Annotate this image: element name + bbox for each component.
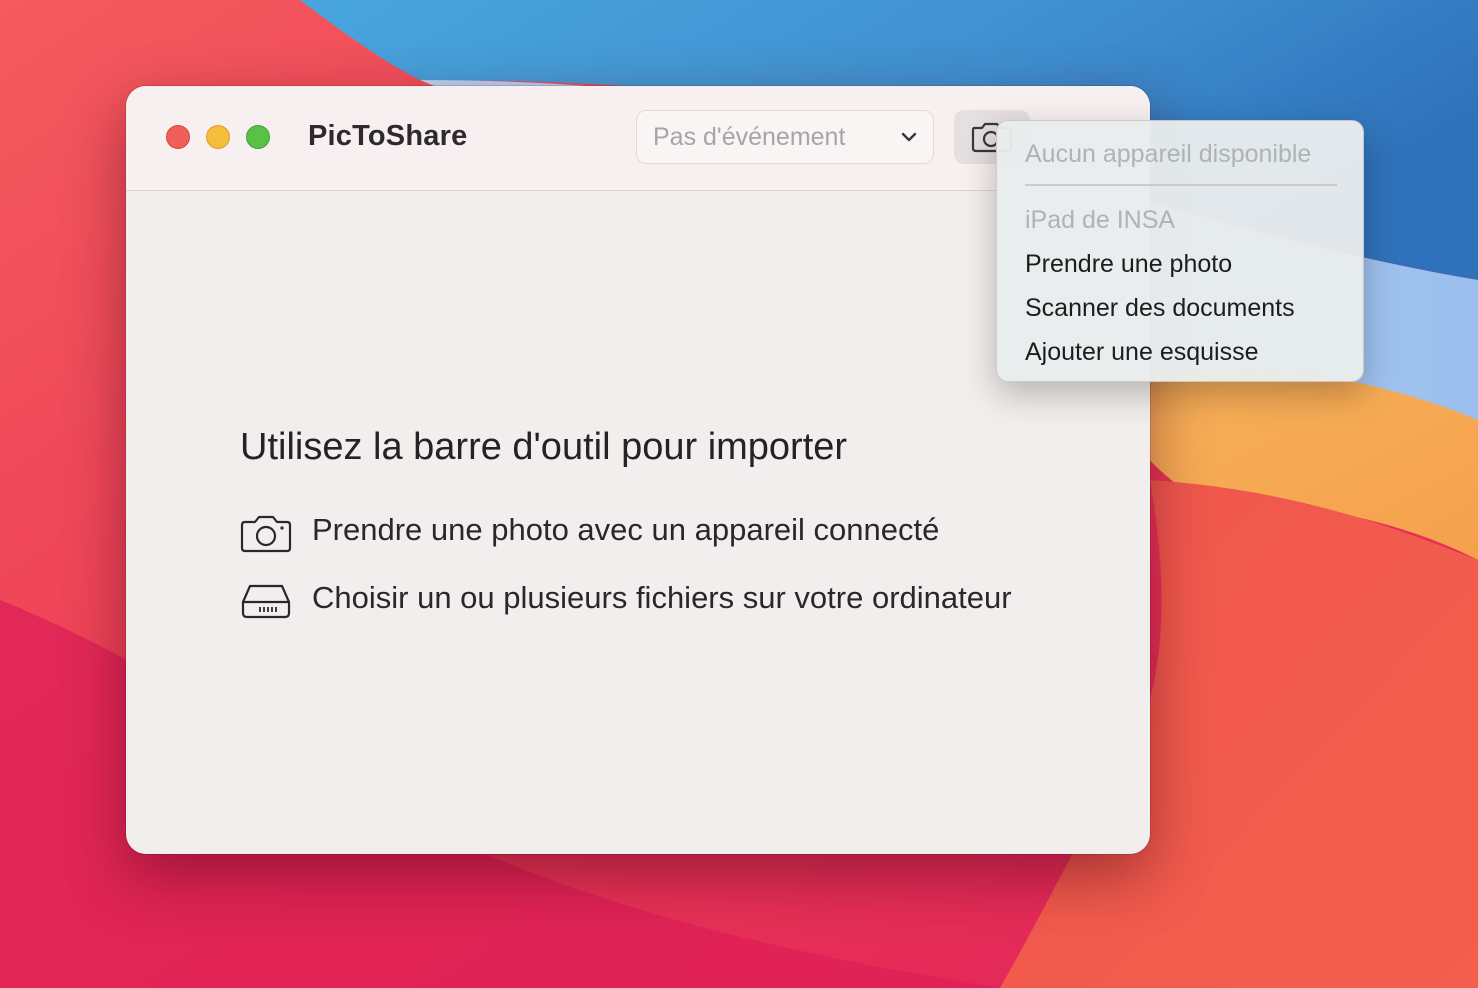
action-label: Choisir un ou plusieurs fichiers sur vot… xyxy=(312,580,1012,615)
close-button[interactable] xyxy=(166,125,190,149)
chevron-down-icon xyxy=(901,132,917,142)
event-select-value: Pas d'événement xyxy=(653,123,846,151)
camera-menu: Aucun appareil disponible iPad de INSA P… xyxy=(996,120,1364,382)
menu-header-no-device: Aucun appareil disponible xyxy=(1025,140,1312,168)
content-heading: Utilisez la barre d'outil pour importer xyxy=(240,426,848,468)
menu-item-scan-documents[interactable]: Scanner des documents xyxy=(1025,294,1295,323)
hard-drive-icon xyxy=(241,584,291,619)
menu-item-add-sketch[interactable]: Ajouter une esquisse xyxy=(1025,338,1258,367)
menu-device-label: iPad de INSA xyxy=(1025,206,1176,234)
minimize-button[interactable] xyxy=(206,125,230,149)
camera-icon xyxy=(240,515,292,553)
zoom-button[interactable] xyxy=(246,125,270,149)
event-select[interactable]: Pas d'événement xyxy=(636,110,934,164)
menu-separator xyxy=(1025,184,1337,186)
action-label: Prendre une photo avec un appareil conne… xyxy=(312,512,940,547)
desktop: PicToShare Pas d'événement Utilisez la b… xyxy=(0,0,1478,988)
window-title: PicToShare xyxy=(308,120,468,152)
menu-item-take-photo[interactable]: Prendre une photo xyxy=(1025,250,1232,279)
